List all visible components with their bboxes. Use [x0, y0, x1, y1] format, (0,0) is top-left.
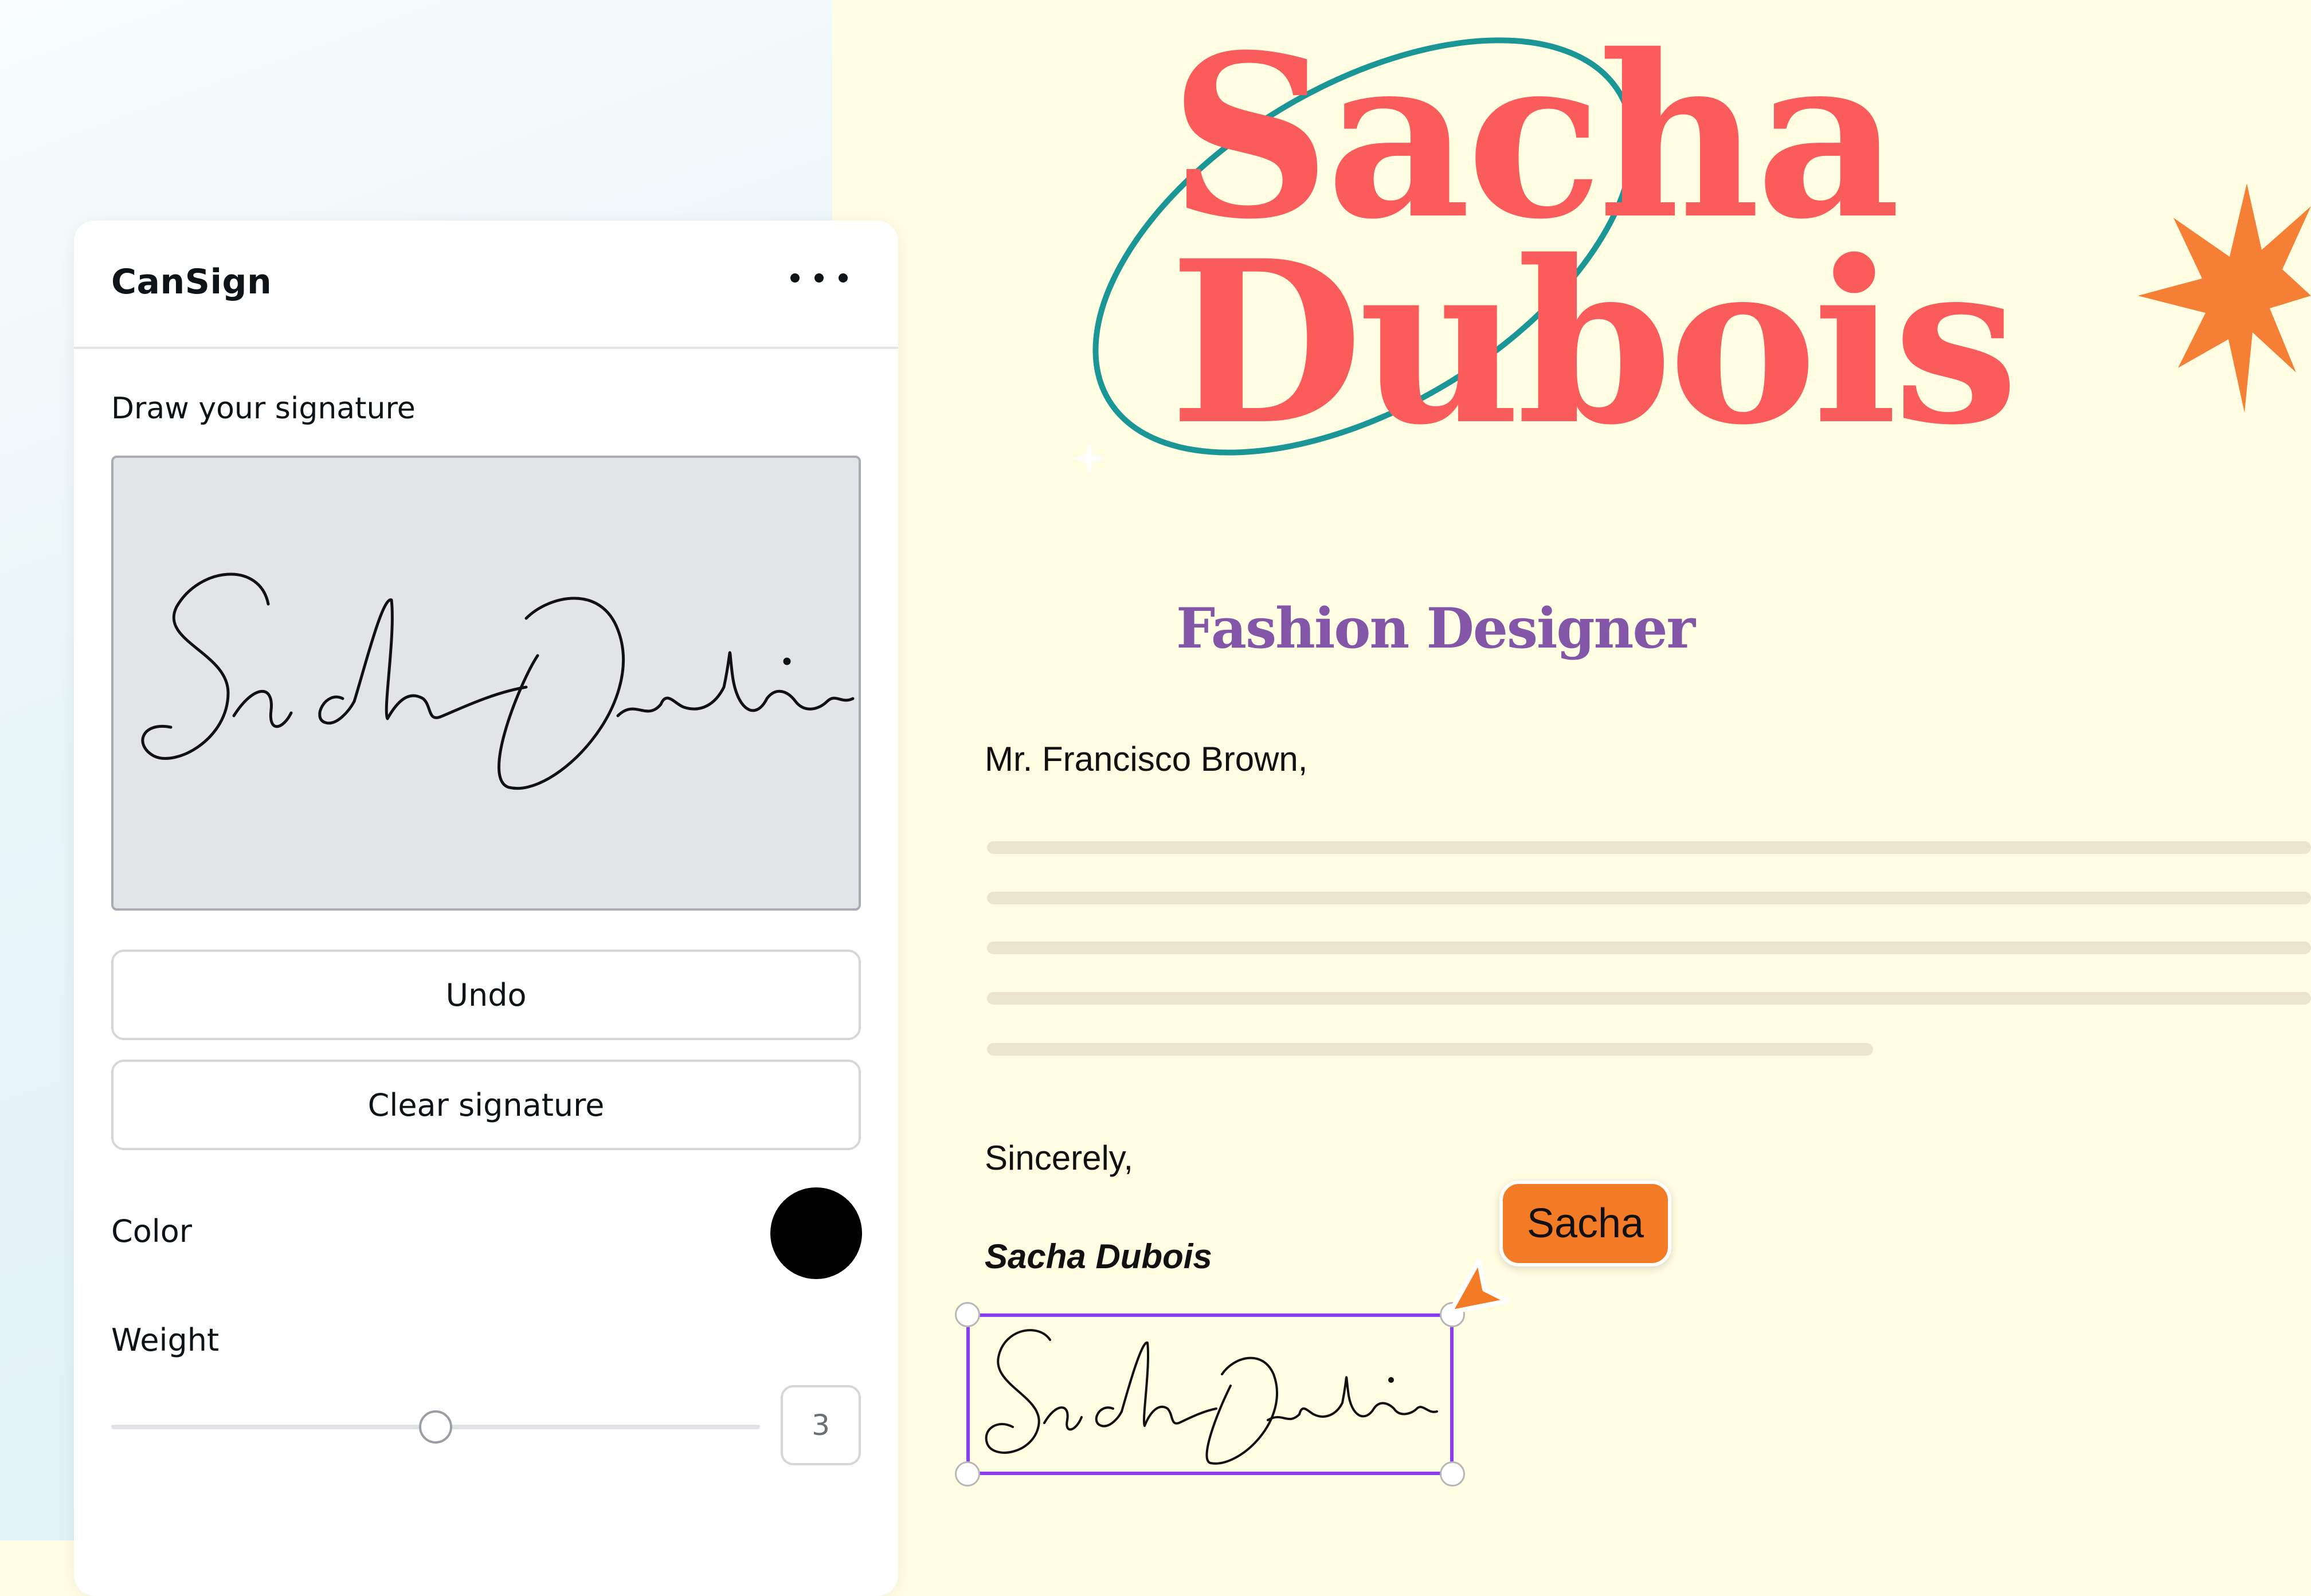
placed-signature-selection[interactable] — [955, 1302, 1465, 1487]
more-options-button[interactable] — [790, 261, 848, 295]
letter-closing[interactable]: Sincerely, — [985, 1138, 1133, 1178]
weight-slider-thumb[interactable] — [419, 1410, 452, 1444]
title-line-first: Sacha — [1169, 6, 1901, 268]
color-label: Color — [111, 1213, 192, 1249]
sparkle-icon — [1072, 441, 1106, 476]
job-title-subtitle[interactable]: Fashion Designer — [1176, 596, 1695, 661]
resize-handle-top-left[interactable] — [955, 1302, 980, 1327]
document-name-title[interactable]: Sacha Dubois — [1169, 6, 2019, 474]
placeholder-text-line — [987, 892, 2311, 904]
resize-handle-bottom-left[interactable] — [955, 1461, 980, 1487]
panel-title: CanSign — [111, 262, 272, 302]
weight-label: Weight — [111, 1322, 220, 1358]
more-horizontal-icon-dot — [839, 273, 848, 283]
drawn-signature — [141, 572, 855, 790]
placeholder-text-line — [987, 1043, 1873, 1056]
more-horizontal-icon-dot — [814, 273, 824, 283]
clear-signature-button[interactable]: Clear signature — [111, 1060, 861, 1150]
signature-drawing-pad[interactable] — [111, 456, 861, 911]
letter-greeting[interactable]: Mr. Francisco Brown, — [985, 739, 1307, 779]
star-burst-icon — [2138, 183, 2311, 413]
panel-divider — [74, 347, 898, 349]
cansign-panel: CanSign Draw your signature Undo Clear s… — [74, 221, 898, 1596]
placeholder-text-line — [987, 841, 2311, 854]
more-horizontal-icon — [790, 273, 800, 283]
placeholder-text-line — [987, 992, 2311, 1005]
collaborator-name-tag: Sacha — [1499, 1181, 1671, 1266]
color-picker-swatch[interactable] — [770, 1187, 862, 1279]
placeholder-text-line — [987, 942, 2311, 954]
resize-handle-bottom-right[interactable] — [1440, 1461, 1465, 1487]
placed-signature-image — [985, 1329, 1438, 1465]
title-line-last: Dubois — [1169, 211, 2019, 474]
collaborator-cursor-icon — [1448, 1258, 1510, 1315]
draw-signature-label: Draw your signature — [111, 391, 416, 426]
undo-button[interactable]: Undo — [111, 950, 861, 1040]
weight-value-input[interactable]: 3 — [781, 1385, 861, 1465]
signer-name[interactable]: Sacha Dubois — [985, 1237, 1212, 1276]
